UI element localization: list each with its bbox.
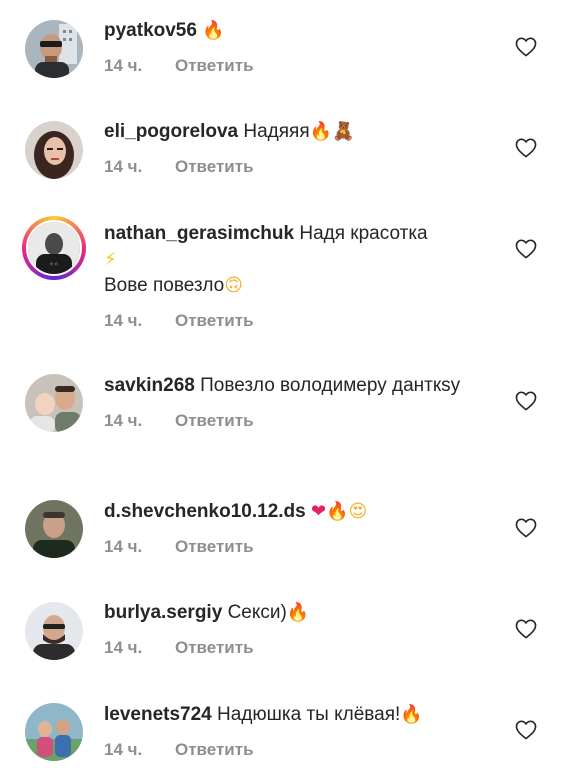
- comment-body: Надюшка ты клёвая!: [217, 704, 401, 725]
- avatar-image: [25, 500, 83, 558]
- avatar-image: [25, 703, 83, 761]
- reply-button[interactable]: Ответить: [175, 740, 254, 760]
- svg-text:◦◦: ◦◦: [49, 260, 58, 269]
- heart-eyes-icon: 😍: [348, 501, 368, 522]
- avatar-image: [25, 121, 83, 179]
- comment-meta: 14 ч. Ответить: [104, 411, 494, 431]
- comment-text: pyatkov56 🔥: [104, 18, 494, 44]
- like-heart-icon[interactable]: [515, 391, 537, 411]
- comment-timestamp: 14 ч.: [104, 740, 143, 759]
- reply-button[interactable]: Ответить: [175, 411, 254, 431]
- like-heart-icon[interactable]: [515, 518, 537, 538]
- fire-icon: 🔥: [326, 501, 349, 522]
- red-heart-icon: ❤: [311, 501, 327, 522]
- fire-icon: 🔥: [400, 704, 423, 725]
- avatar[interactable]: [25, 500, 83, 558]
- comment-username[interactable]: levenets724: [104, 704, 212, 725]
- like-heart-icon[interactable]: [515, 37, 537, 57]
- comment-body: Повезло володимеру данткsу: [200, 375, 461, 396]
- comment-text: nathan_gerasimchuk Надя красотка: [104, 221, 494, 247]
- comment-username[interactable]: savkin268: [104, 375, 195, 396]
- avatar[interactable]: [25, 703, 83, 761]
- like-heart-icon[interactable]: [515, 138, 537, 158]
- avatar[interactable]: [25, 374, 83, 432]
- reply-button[interactable]: Ответить: [175, 157, 254, 177]
- comment-text-continued: ⚡: [104, 247, 494, 273]
- comment-timestamp: 14 ч.: [104, 311, 143, 330]
- avatar-image: [25, 602, 83, 660]
- comment-meta: 14 ч. Ответить: [104, 537, 494, 557]
- comment-body: Секси): [227, 602, 287, 623]
- comment-body: Надя красотка: [299, 223, 428, 244]
- comment-username[interactable]: d.shevchenko10.12.ds: [104, 501, 306, 522]
- comment-body-line2: Вове повезло: [104, 275, 225, 296]
- comment-meta: 14 ч. Ответить: [104, 311, 494, 331]
- upside-down-face-icon: 🙃: [224, 275, 243, 296]
- comment-text-continued: Вове повезло🙃: [104, 273, 494, 299]
- avatar[interactable]: [25, 20, 83, 78]
- comment-text: d.shevchenko10.12.ds ❤🔥😍: [104, 499, 494, 525]
- like-heart-icon[interactable]: [515, 619, 537, 639]
- comment-body: Надяяя: [243, 121, 310, 142]
- comment-text: savkin268 Повезло володимеру данткsу: [104, 373, 484, 399]
- comment-timestamp: 14 ч.: [104, 411, 143, 430]
- comment-timestamp: 14 ч.: [104, 537, 143, 556]
- reply-button[interactable]: Ответить: [175, 537, 254, 557]
- reply-button[interactable]: Ответить: [175, 311, 254, 331]
- avatar-image: [25, 20, 83, 78]
- comment-meta: 14 ч. Ответить: [104, 638, 494, 658]
- lightning-icon: ⚡: [104, 249, 117, 270]
- avatar-image: [25, 374, 83, 432]
- like-heart-icon[interactable]: [515, 239, 537, 259]
- reply-button[interactable]: Ответить: [175, 56, 254, 76]
- fire-icon: 🔥: [202, 20, 225, 41]
- comment-meta: 14 ч. Ответить: [104, 56, 494, 76]
- fire-icon: 🔥: [286, 602, 310, 623]
- comment-timestamp: 14 ч.: [104, 56, 143, 75]
- comment-meta: 14 ч. Ответить: [104, 740, 494, 760]
- comment-username[interactable]: eli_pogorelova: [104, 121, 238, 142]
- comment-text: burlya.sergiy Секси)🔥: [104, 600, 494, 626]
- comment-timestamp: 14 ч.: [104, 638, 143, 657]
- teddy-bear-icon: 🧸: [332, 121, 355, 142]
- reply-button[interactable]: Ответить: [175, 638, 254, 658]
- comment-username[interactable]: burlya.sergiy: [104, 602, 222, 623]
- avatar[interactable]: [25, 602, 83, 660]
- comment-username[interactable]: pyatkov56: [104, 20, 197, 41]
- comment-timestamp: 14 ч.: [104, 157, 143, 176]
- avatar-image: ◦◦: [26, 220, 82, 276]
- fire-icon: 🔥: [309, 121, 333, 142]
- comment-text: eli_pogorelova Надяяя🔥🧸: [104, 119, 494, 145]
- comment-text: levenets724 Надюшка ты клёвая!🔥: [104, 702, 494, 728]
- avatar-story-ring[interactable]: ◦◦: [22, 216, 86, 280]
- like-heart-icon[interactable]: [515, 720, 537, 740]
- avatar[interactable]: [25, 121, 83, 179]
- comment-username[interactable]: nathan_gerasimchuk: [104, 223, 294, 244]
- comment-meta: 14 ч. Ответить: [104, 157, 494, 177]
